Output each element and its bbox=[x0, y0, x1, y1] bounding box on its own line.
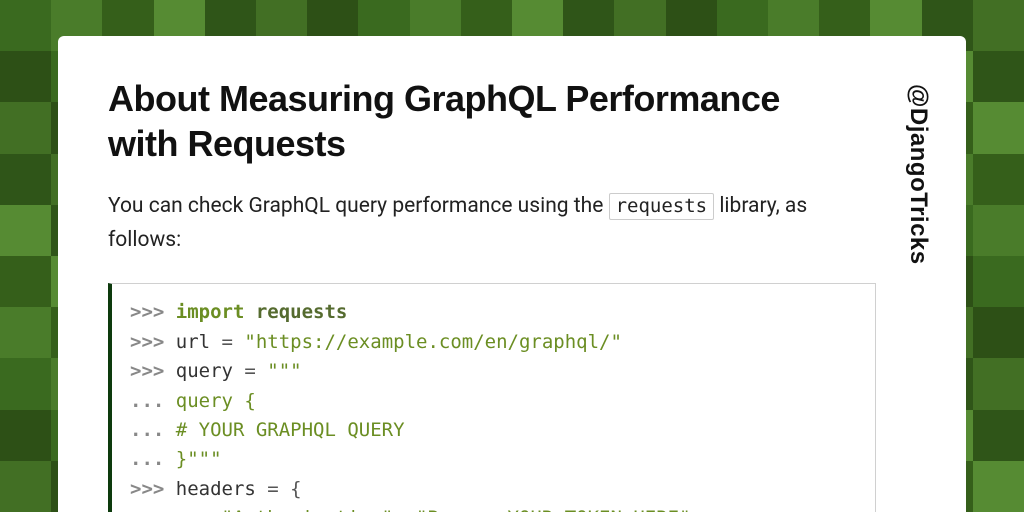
var-url: url bbox=[176, 331, 222, 353]
string-literal: """ bbox=[267, 360, 301, 382]
repl-continuation: ... bbox=[130, 390, 176, 412]
string-literal: # YOUR GRAPHQL QUERY bbox=[176, 419, 405, 441]
repl-prompt: >>> bbox=[130, 331, 176, 353]
var-headers: headers bbox=[176, 478, 268, 500]
repl-continuation: ... bbox=[130, 448, 176, 470]
dict-key: "Authorization" bbox=[222, 507, 394, 512]
var-query: query bbox=[176, 360, 245, 382]
repl-prompt: >>> bbox=[130, 478, 176, 500]
content-card: @DjangoTricks About Measuring GraphQL Pe… bbox=[58, 36, 966, 512]
author-handle: @DjangoTricks bbox=[904, 84, 932, 265]
keyword-import: import bbox=[176, 301, 245, 323]
intro-text-pre: You can check GraphQL query performance … bbox=[108, 194, 609, 218]
string-literal: query { bbox=[176, 390, 256, 412]
repl-prompt: >>> bbox=[130, 301, 176, 323]
string-literal: "https://example.com/en/graphql/" bbox=[244, 331, 622, 353]
module-name: requests bbox=[256, 301, 348, 323]
repl-continuation: ... bbox=[130, 507, 222, 512]
page-title: About Measuring GraphQL Performance with… bbox=[108, 76, 828, 166]
repl-prompt: >>> bbox=[130, 360, 176, 382]
string-literal: }""" bbox=[176, 448, 222, 470]
inline-code-requests: requests bbox=[609, 193, 715, 220]
intro-paragraph: You can check GraphQL query performance … bbox=[108, 190, 868, 257]
python-code-block: >>> import requests >>> url = "https://e… bbox=[108, 283, 876, 512]
dict-value: "Bearer YOUR_TOKEN_HERE" bbox=[416, 507, 691, 512]
repl-continuation: ... bbox=[130, 419, 176, 441]
